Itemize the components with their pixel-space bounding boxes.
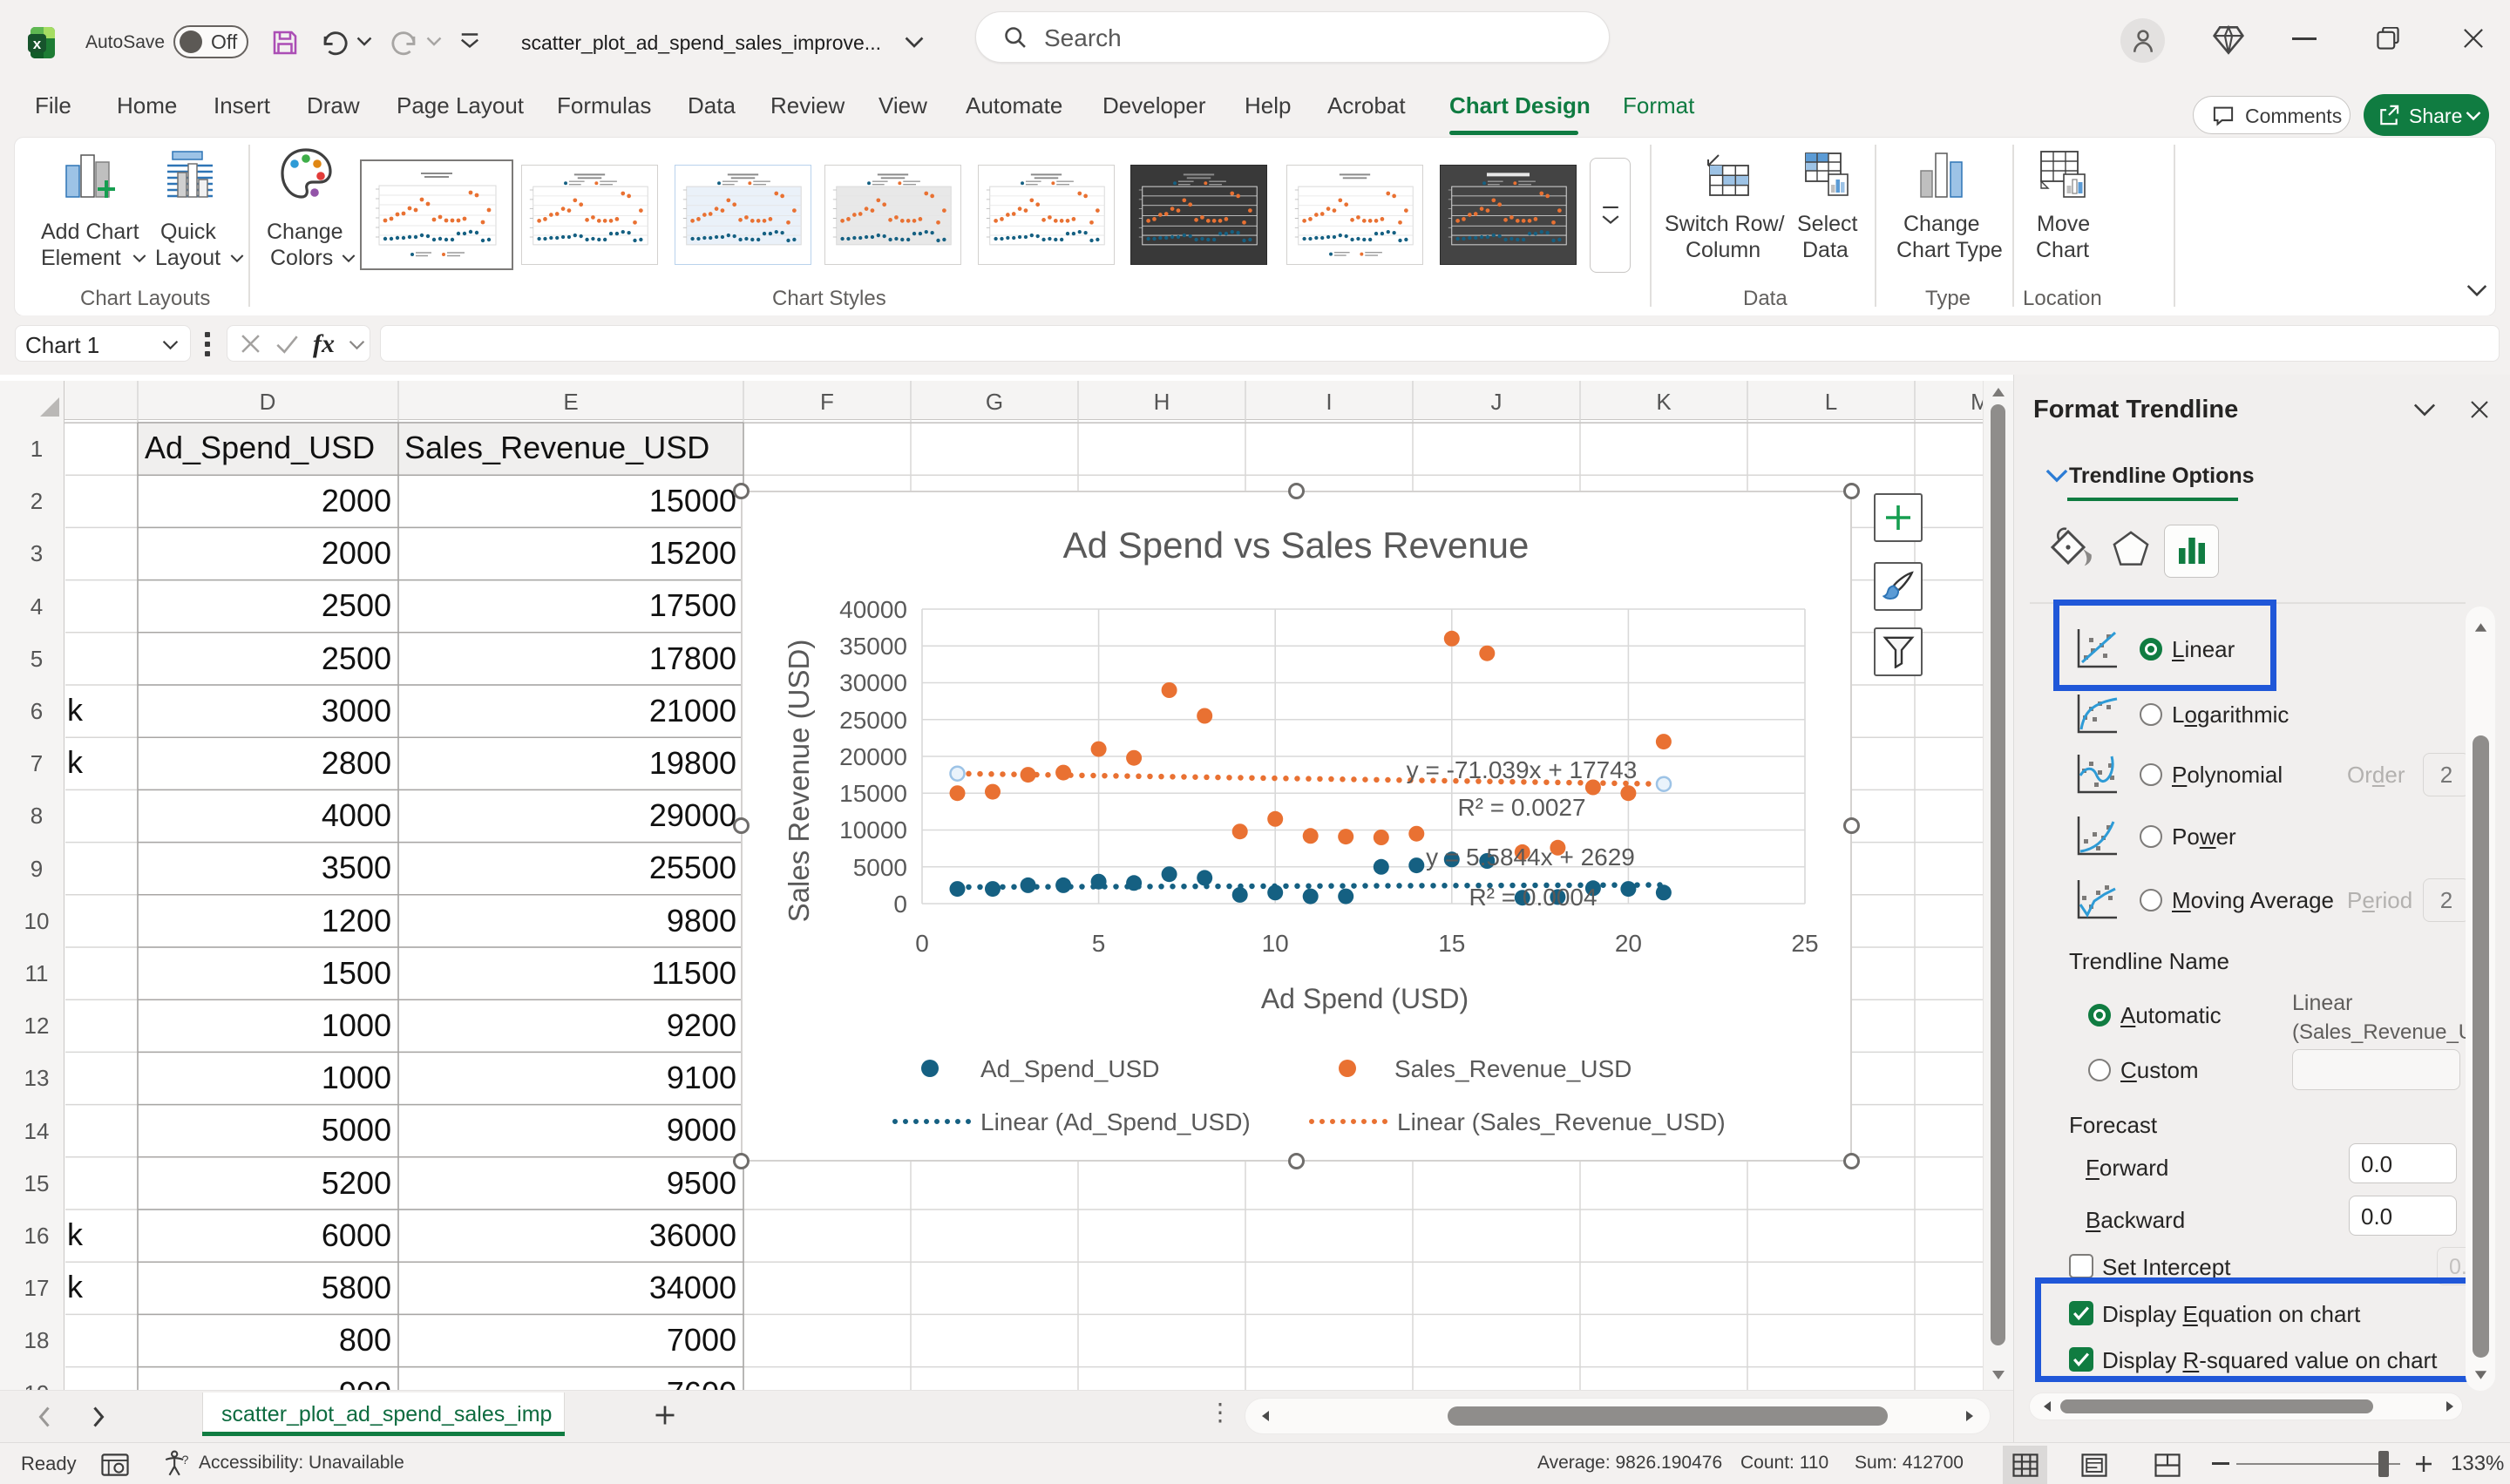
svg-text:Ad Spend vs Sales Revenue: Ad Spend vs Sales Revenue (1063, 525, 1530, 566)
svg-text:Sales Revenue (USD): Sales Revenue (USD) (783, 640, 815, 923)
svg-text:20000: 20000 (839, 743, 907, 770)
svg-text:40000: 40000 (839, 596, 907, 623)
svg-text:y = 5.5844x + 2629: y = 5.5844x + 2629 (1426, 844, 1635, 871)
svg-text:Sales_Revenue_USD: Sales_Revenue_USD (1394, 1055, 1632, 1082)
svg-text:Ad_Spend_USD: Ad_Spend_USD (980, 1055, 1159, 1082)
svg-text:15: 15 (1438, 930, 1465, 957)
svg-text:R² = 0.0027: R² = 0.0027 (1457, 794, 1585, 821)
svg-text:25: 25 (1791, 930, 1818, 957)
svg-text:25000: 25000 (839, 707, 907, 734)
svg-text:5: 5 (1092, 930, 1106, 957)
svg-text:30000: 30000 (839, 669, 907, 696)
svg-text:0: 0 (915, 930, 929, 957)
svg-text:10000: 10000 (839, 817, 907, 844)
svg-text:?: ? (182, 1454, 189, 1467)
svg-text:35000: 35000 (839, 633, 907, 660)
svg-text:R² = 0.0004: R² = 0.0004 (1469, 884, 1597, 911)
svg-text:5000: 5000 (853, 854, 907, 881)
svg-text:10: 10 (1262, 930, 1289, 957)
svg-text:20: 20 (1615, 930, 1642, 957)
svg-text:Ad Spend (USD): Ad Spend (USD) (1261, 983, 1469, 1014)
svg-text:y = -71.039x + 17743: y = -71.039x + 17743 (1407, 756, 1638, 783)
svg-text:0: 0 (893, 891, 907, 918)
svg-text:x: x (33, 36, 42, 52)
svg-text:15000: 15000 (839, 780, 907, 807)
svg-text:Linear (Ad_Spend_USD): Linear (Ad_Spend_USD) (980, 1108, 1251, 1135)
svg-text:Linear (Sales_Revenue_USD): Linear (Sales_Revenue_USD) (1397, 1108, 1726, 1135)
